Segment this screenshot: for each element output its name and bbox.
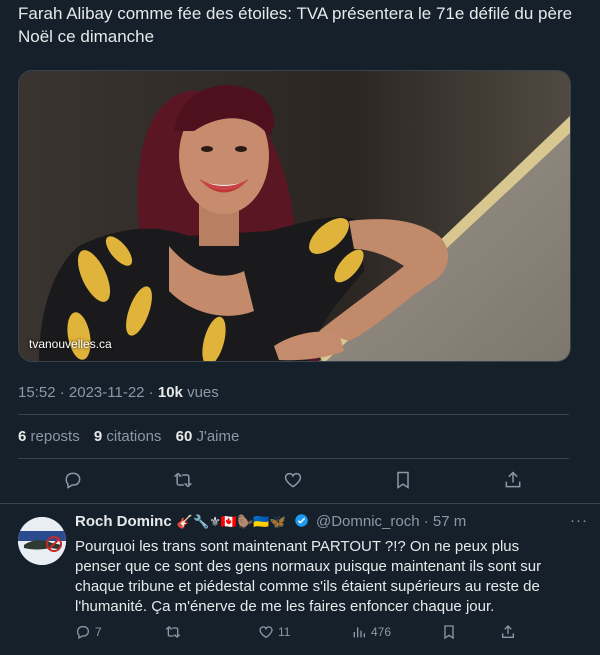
bookmark-icon [397,471,409,489]
reply-icon [76,626,89,640]
reply-like-button[interactable]: 11 [258,624,290,640]
bookmark-button[interactable] [390,467,416,493]
reposts-stat[interactable]: 6 reposts [18,428,80,445]
media-domain-label: tvanouvelles.ca [29,337,112,351]
reply-author-name[interactable]: Roch Dominc [75,513,172,530]
post-media-card[interactable]: tvanouvelles.ca [18,70,571,362]
avatar-image [18,517,66,565]
divider [18,458,569,459]
repost-button[interactable] [170,467,196,493]
post-time[interactable]: 15:52 [18,384,56,401]
reply-author-handle[interactable]: @Domnic_roch [316,513,420,530]
quotes-stat[interactable]: 9 citations [94,428,162,445]
verified-badge-icon [295,514,308,527]
reply-replies-count: 7 [95,625,102,639]
divider [0,503,600,504]
views-count: 10k [157,384,183,401]
reply-time[interactable]: 57 m [433,513,466,530]
reply-author-emojis: 🎸🔧⚜🇨🇦🦫🇺🇦🦋 [176,514,286,529]
post-actions [18,467,569,493]
more-options-icon[interactable]: ··· [570,512,588,529]
reply-reply-button[interactable]: 7 [75,624,102,640]
reply-header: Roch Dominc 🎸🔧⚜🇨🇦🦫🇺🇦🦋 @Domnic_roch · 57 … [75,513,467,530]
likes-stat[interactable]: 60 J'aime [176,428,240,445]
reply-actions: 7 11 476 [75,624,555,644]
reply-bookmark-button[interactable] [441,624,457,640]
reply-icon [65,472,81,489]
reply-likes-count: 11 [278,625,291,639]
photo-image [19,71,570,361]
avatar[interactable] [18,517,66,565]
like-button[interactable] [280,467,306,493]
post-text: Farah Alibay comme fée des étoiles: TVA … [18,4,573,46]
reply-views-button[interactable]: 476 [351,624,391,640]
post-stats: 6 reposts 9 citations 60 J'aime [18,428,249,445]
reply-views-count: 476 [371,625,392,639]
divider [18,414,569,415]
views-chart-icon [353,627,365,638]
reply-repost-button[interactable] [165,624,181,640]
post-meta: 15:52 · 2023-11-22 · 10k vues [18,384,219,401]
heart-icon [259,626,273,639]
repost-icon [173,472,193,488]
share-icon [505,471,521,488]
reply-text: Pourquoi les trans sont maintenant PARTO… [75,538,542,615]
share-button[interactable] [500,467,526,493]
post-date[interactable]: 2023-11-22 [69,384,145,401]
reply-share-button[interactable] [500,624,516,640]
views-label: vues [187,384,219,401]
share-icon [502,625,514,638]
repost-icon [165,626,181,638]
reply-button[interactable] [60,467,86,493]
reply-post[interactable]: Roch Dominc 🎸🔧⚜🇨🇦🦫🇺🇦🦋 @Domnic_roch · 57 … [75,512,588,617]
heart-icon [284,472,302,488]
bookmark-icon [444,625,454,640]
